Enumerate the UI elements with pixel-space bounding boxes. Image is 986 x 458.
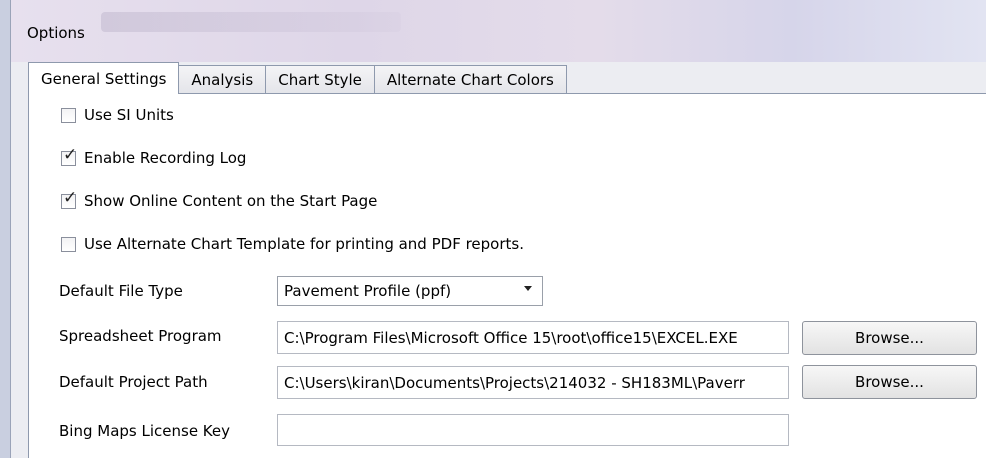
- spreadsheet-program-label: Spreadsheet Program: [59, 327, 222, 345]
- checkbox-label: Use SI Units: [84, 106, 174, 124]
- blurred-background-strip: [101, 12, 401, 32]
- checkbox-label: Use Alternate Chart Template for printin…: [84, 235, 524, 253]
- alternate-chart-template-row[interactable]: Use Alternate Chart Template for printin…: [61, 235, 524, 253]
- tab-general-settings[interactable]: General Settings: [28, 62, 180, 94]
- use-si-units-checkbox[interactable]: [61, 107, 76, 123]
- spreadsheet-program-field[interactable]: C:\Program Files\Microsoft Office 15\roo…: [277, 321, 789, 354]
- checkbox-label: Show Online Content on the Start Page: [84, 192, 378, 210]
- tab-chart-style[interactable]: Chart Style: [266, 65, 375, 93]
- checkbox-label: Enable Recording Log: [84, 149, 247, 167]
- show-online-content-row[interactable]: ✓ Show Online Content on the Start Page: [61, 189, 378, 210]
- checkmark-icon: ✓: [63, 187, 78, 208]
- default-file-type-select[interactable]: Pavement Profile (ppf): [277, 276, 543, 306]
- general-settings-panel: Use SI Units ✓ Enable Recording Log ✓ Sh…: [28, 93, 986, 458]
- tab-label: Alternate Chart Colors: [386, 70, 554, 89]
- options-window: Options General Settings Analysis Chart …: [10, 0, 986, 458]
- enable-recording-log-row[interactable]: ✓ Enable Recording Log: [61, 146, 247, 167]
- enable-recording-log-checkbox[interactable]: ✓: [61, 146, 77, 166]
- project-path-browse-button[interactable]: Browse...: [802, 365, 977, 399]
- bing-maps-license-key-field[interactable]: [277, 414, 789, 446]
- tab-label: Analysis: [191, 70, 254, 89]
- show-online-content-checkbox[interactable]: ✓: [61, 189, 77, 209]
- spreadsheet-browse-button[interactable]: Browse...: [802, 321, 977, 355]
- chevron-down-icon: [524, 286, 532, 291]
- bing-maps-license-key-label: Bing Maps License Key: [59, 422, 231, 440]
- tab-strip: General Settings Analysis Chart Style Al…: [28, 62, 567, 94]
- default-file-type-label: Default File Type: [59, 282, 183, 300]
- window-title: Options: [27, 24, 85, 42]
- checkmark-icon: ✓: [63, 144, 78, 165]
- default-project-path-field[interactable]: C:\Users\kiran\Documents\Projects\214032…: [277, 366, 789, 399]
- tab-label: General Settings: [41, 69, 167, 88]
- title-bar: Options: [11, 0, 986, 62]
- alternate-chart-template-checkbox[interactable]: [61, 236, 76, 252]
- tab-label: Chart Style: [278, 70, 362, 89]
- use-si-units-row[interactable]: Use SI Units: [61, 106, 174, 124]
- default-project-path-label: Default Project Path: [59, 373, 208, 391]
- select-value: Pavement Profile (ppf): [284, 282, 452, 300]
- tab-alternate-chart-colors[interactable]: Alternate Chart Colors: [374, 65, 567, 93]
- tab-analysis[interactable]: Analysis: [179, 65, 267, 93]
